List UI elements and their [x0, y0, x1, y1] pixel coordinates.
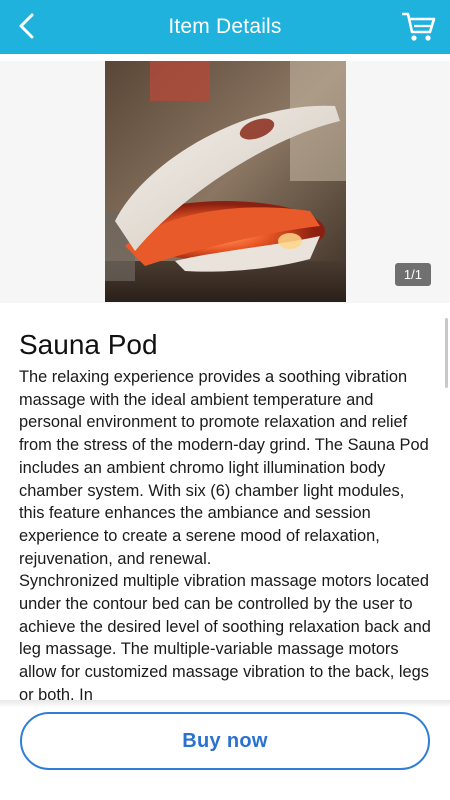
product-title: Sauna Pod	[19, 329, 158, 360]
shopping-cart-icon	[402, 12, 436, 41]
back-button[interactable]	[10, 9, 44, 43]
image-gallery[interactable]: 1/1	[0, 61, 450, 303]
product-details[interactable]: Sauna Pod The relaxing experience provid…	[0, 303, 450, 700]
page-title: Item Details	[168, 15, 282, 38]
image-page-indicator: 1/1	[394, 263, 431, 286]
item-details-screen: Item Details 1/1 Sauna Pod The relaxing …	[0, 0, 450, 800]
scrollbar[interactable]	[445, 318, 448, 388]
product-image	[105, 61, 346, 302]
bottom-bar-shadow	[0, 700, 450, 708]
product-description: The relaxing experience provides a sooth…	[19, 366, 432, 700]
description-paragraph: Synchronized multiple vibration massage …	[19, 572, 431, 700]
bottom-action-bar: Buy now	[0, 700, 450, 800]
buy-now-button[interactable]: Buy now	[20, 712, 430, 770]
chevron-left-icon	[19, 13, 34, 39]
app-header: Item Details	[0, 0, 450, 54]
description-paragraph: The relaxing experience provides a sooth…	[19, 368, 429, 568]
cart-button[interactable]	[400, 8, 438, 46]
